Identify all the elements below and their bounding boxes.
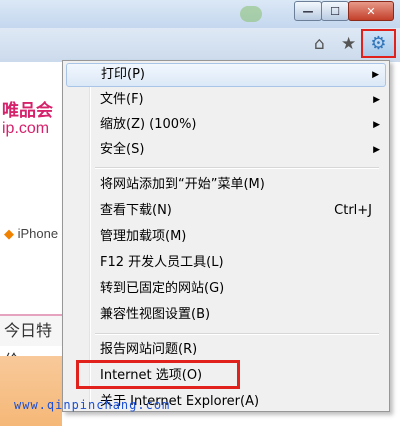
menu-item-add-to-start[interactable]: 将网站添加到“开始”菜单(M) bbox=[66, 173, 386, 197]
submenu-arrow-icon: ▶ bbox=[373, 95, 380, 105]
menu-item-label: 安全(S) bbox=[100, 142, 145, 157]
submenu-arrow-icon: ▶ bbox=[373, 145, 380, 155]
menu-item-compat-view[interactable]: 兼容性视图设置(B) bbox=[66, 303, 386, 327]
menu-item-zoom[interactable]: 缩放(Z) (100%) ▶ bbox=[66, 113, 386, 137]
menu-item-label: 将网站添加到“开始”菜单(M) bbox=[100, 177, 265, 192]
bullet-icon: ◆ bbox=[4, 226, 14, 241]
submenu-arrow-icon: ▶ bbox=[373, 120, 380, 130]
menu-item-label: F12 开发人员工具(L) bbox=[100, 255, 224, 270]
submenu-arrow-icon: ▶ bbox=[372, 70, 379, 80]
tab-favicon bbox=[240, 6, 262, 22]
tools-button[interactable]: ⚙ bbox=[361, 29, 396, 58]
menu-item-safety[interactable]: 安全(S) ▶ bbox=[66, 138, 386, 162]
promo-banner bbox=[0, 356, 62, 426]
menu-item-file[interactable]: 文件(F) ▶ bbox=[66, 88, 386, 112]
minimize-button[interactable]: — bbox=[294, 1, 322, 21]
watermark: www.qinpinchang.com bbox=[14, 398, 171, 412]
site-logo[interactable]: 唯品会 ip.com bbox=[0, 90, 63, 144]
command-bar bbox=[0, 28, 400, 62]
home-icon[interactable]: ⌂ bbox=[314, 34, 325, 54]
menu-item-label: 缩放(Z) (100%) bbox=[100, 117, 197, 132]
menu-item-label: 管理加载项(M) bbox=[100, 229, 187, 244]
menu-item-label: 文件(F) bbox=[100, 92, 144, 107]
maximize-button[interactable]: ☐ bbox=[321, 1, 349, 21]
menu-item-manage-addons[interactable]: 管理加载项(M) bbox=[66, 225, 386, 249]
title-bar: — ☐ ✕ bbox=[0, 0, 400, 28]
menu-item-report-problems[interactable]: 报告网站问题(R) bbox=[66, 338, 386, 362]
close-button[interactable]: ✕ bbox=[348, 1, 394, 21]
menu-item-f12-devtools[interactable]: F12 开发人员工具(L) bbox=[66, 251, 386, 275]
window-controls: — ☐ ✕ bbox=[294, 1, 394, 21]
star-icon[interactable]: ★ bbox=[341, 34, 356, 54]
iphone-link-label: iPhone bbox=[17, 226, 59, 241]
menu-item-print[interactable]: 打印(P) ▶ bbox=[66, 63, 386, 87]
menu-item-label: 兼容性视图设置(B) bbox=[100, 307, 211, 322]
gear-icon: ⚙ bbox=[370, 33, 387, 54]
menu-item-shortcut: Ctrl+J bbox=[334, 203, 372, 218]
menu-item-view-downloads[interactable]: 查看下载(N) Ctrl+J bbox=[66, 199, 386, 223]
menu-separator bbox=[95, 333, 379, 335]
menu-item-label: 查看下载(N) bbox=[100, 203, 172, 218]
iphone-link[interactable]: ◆ iPhone bbox=[4, 226, 58, 242]
menu-item-pinned-sites[interactable]: 转到已固定的网站(G) bbox=[66, 277, 386, 301]
logo-text: 唯品会 bbox=[2, 101, 53, 121]
menu-item-label: 打印(P) bbox=[101, 67, 145, 82]
today-special-tab[interactable]: 今日特价 bbox=[0, 314, 62, 370]
menu-item-label: 报告网站问题(R) bbox=[100, 342, 198, 357]
menu-separator bbox=[95, 167, 379, 169]
internet-options-highlight bbox=[76, 360, 240, 389]
menu-item-label: 转到已固定的网站(G) bbox=[100, 281, 225, 296]
logo-domain: ip.com bbox=[2, 120, 50, 137]
